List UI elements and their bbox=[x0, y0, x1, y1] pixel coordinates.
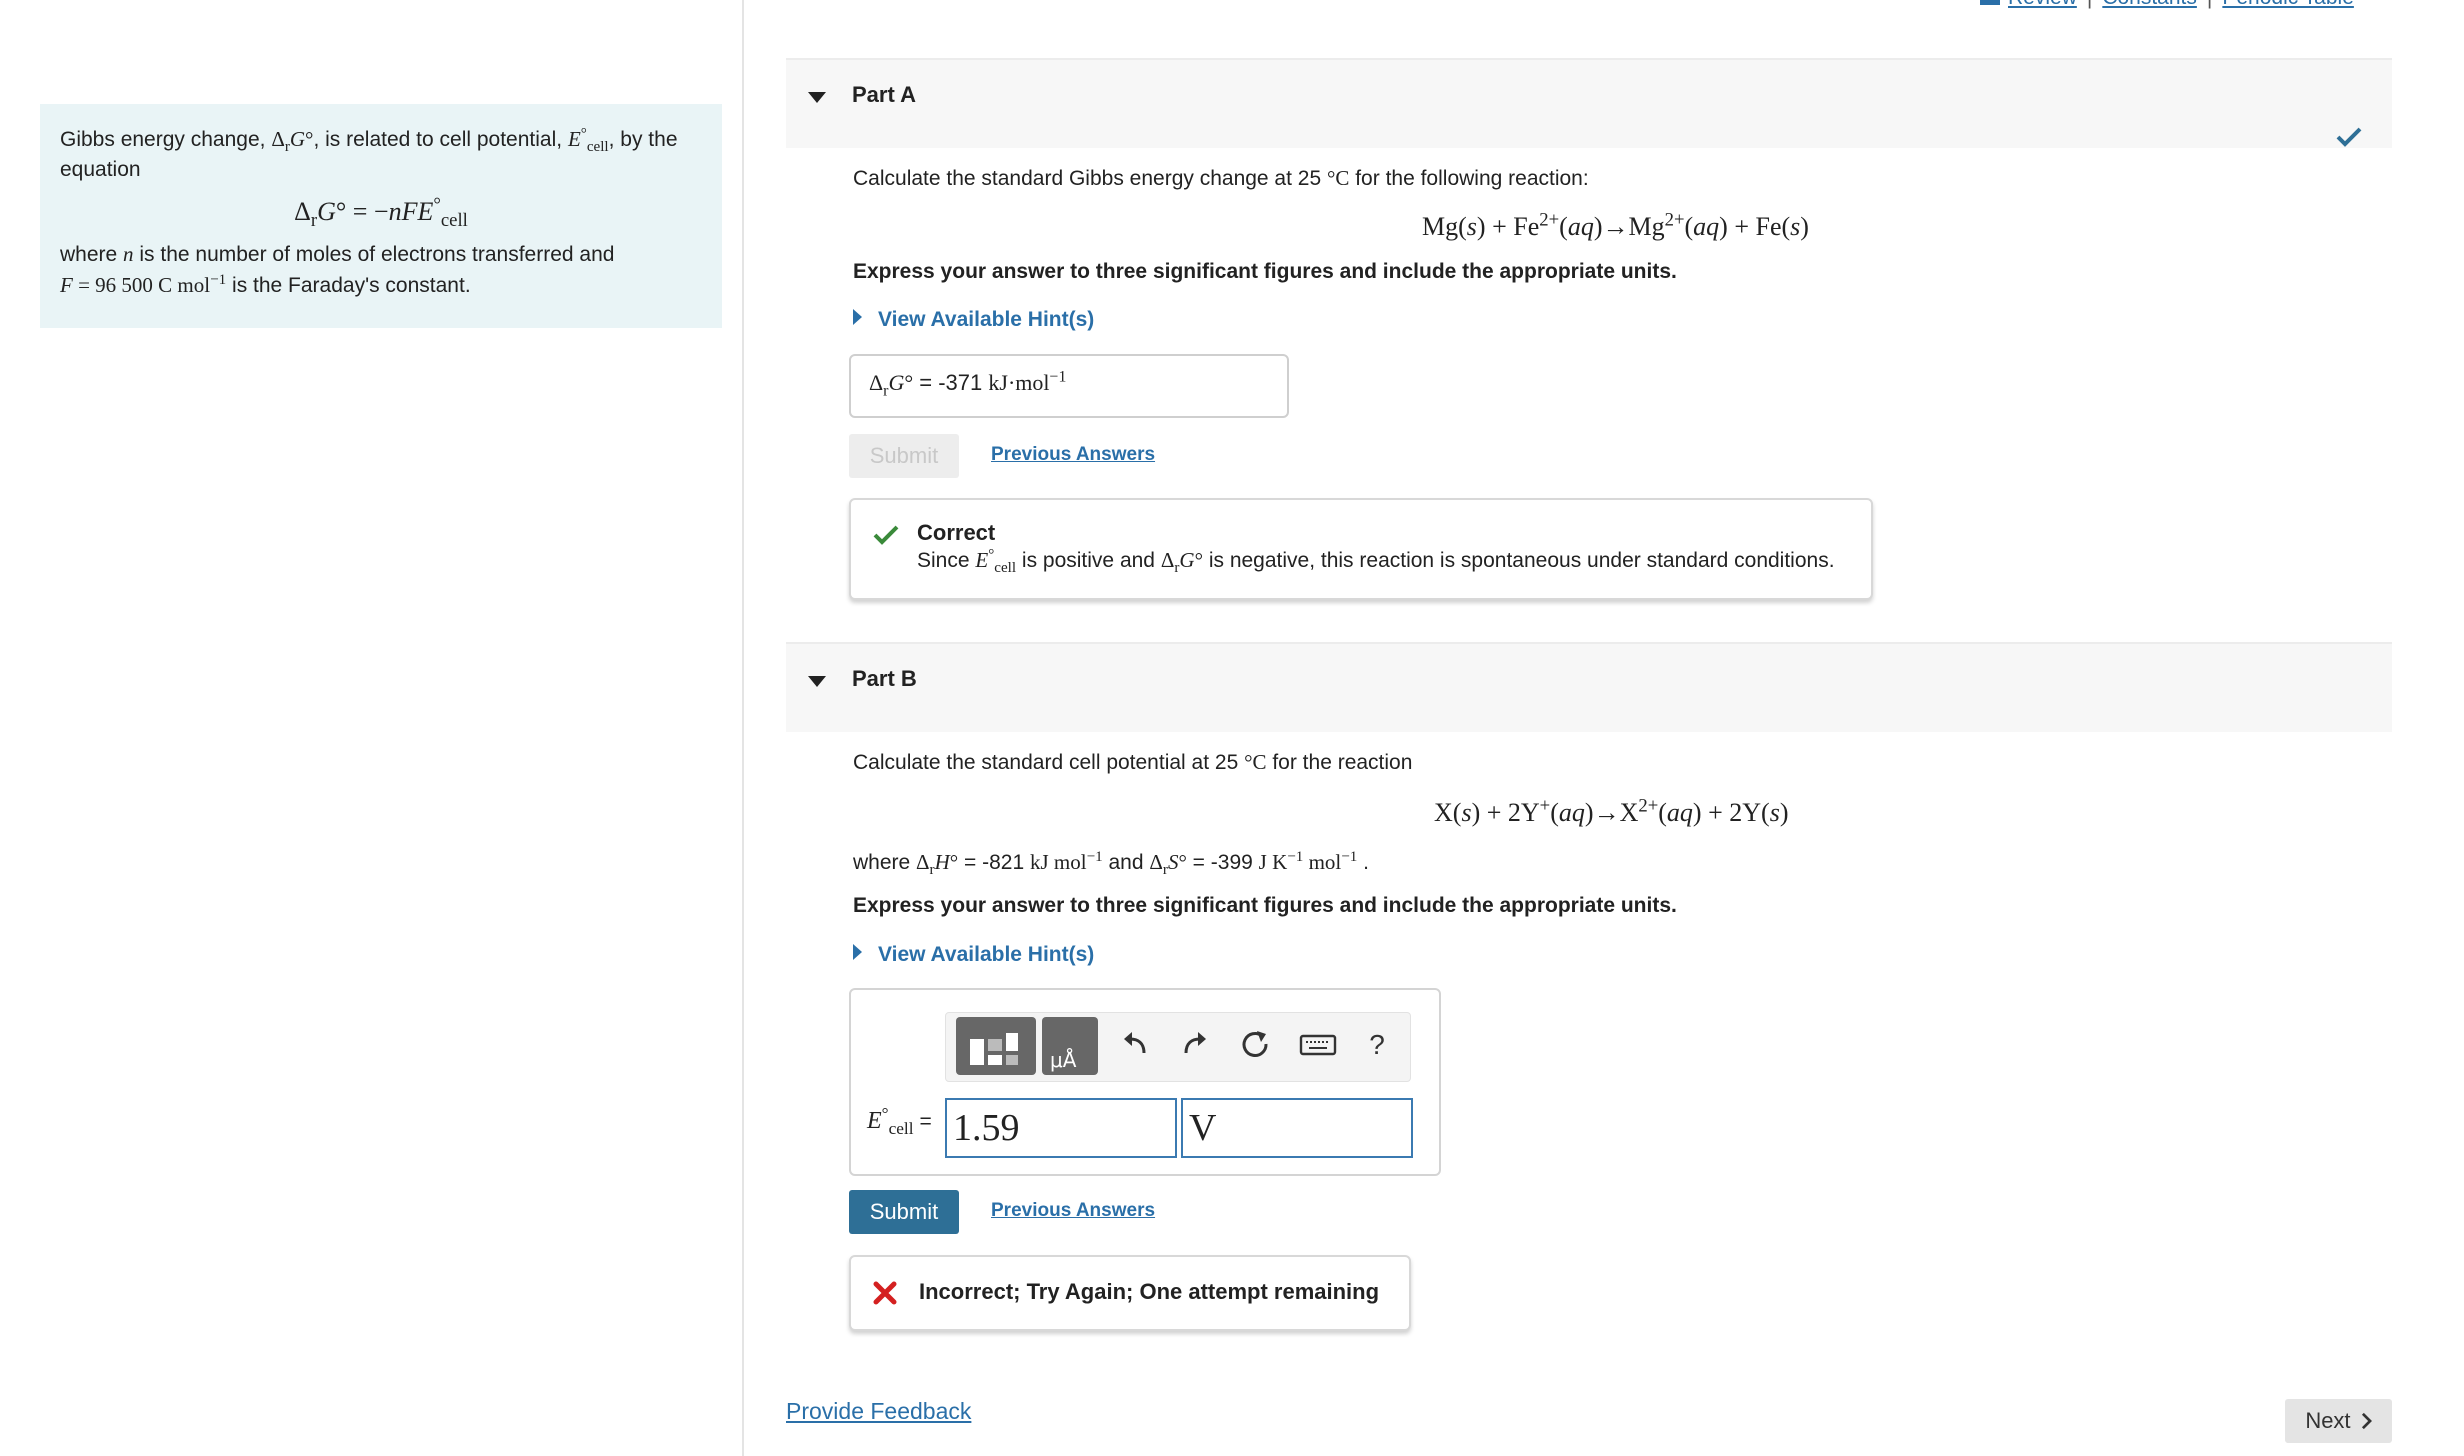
reset-button[interactable] bbox=[1232, 1017, 1278, 1073]
part-a-title: Part A bbox=[852, 82, 916, 107]
feedback-title: Correct bbox=[917, 520, 996, 545]
incorrect-x-icon bbox=[873, 1281, 897, 1305]
info-panel: Gibbs energy change, ΔrG°, is related to… bbox=[40, 104, 722, 328]
undo-button[interactable] bbox=[1112, 1017, 1158, 1073]
keyboard-button[interactable] bbox=[1292, 1017, 1344, 1073]
info-where: where n is the number of moles of electr… bbox=[60, 242, 615, 297]
gibbs-equation: ΔrG° = −nFE°cell bbox=[294, 194, 468, 232]
expand-caret-icon bbox=[853, 944, 862, 960]
periodic-table-link[interactable]: Periodic Table bbox=[2222, 0, 2354, 9]
redo-icon bbox=[1184, 1031, 1206, 1053]
part-a-submit-button[interactable]: Submit bbox=[849, 434, 959, 478]
unit-input[interactable] bbox=[1181, 1098, 1413, 1158]
collapse-caret-icon[interactable] bbox=[808, 676, 826, 687]
templates-button[interactable] bbox=[956, 1017, 1036, 1075]
undo-icon bbox=[1124, 1031, 1146, 1053]
answer-value: -371 bbox=[938, 370, 983, 395]
feedback-text: Since E°cell is positive and ΔrG° is neg… bbox=[917, 547, 1835, 577]
part-a-previous-answers-link[interactable]: Previous Answers bbox=[991, 444, 1155, 466]
part-a-reaction: Mg(s) + Fe2+(aq)→Mg2+(aq) + Fe(s) bbox=[1422, 209, 1809, 241]
part-b-previous-answers-link[interactable]: Previous Answers bbox=[991, 1200, 1155, 1222]
part-a-instruction: Express your answer to three significant… bbox=[853, 260, 1677, 283]
math-toolbar: μÅ ? bbox=[945, 1012, 1411, 1082]
constants-link[interactable]: Constants bbox=[2102, 0, 2197, 9]
chevron-right-icon bbox=[2361, 1412, 2372, 1430]
part-b-submit-button[interactable]: Submit bbox=[849, 1190, 959, 1234]
templates-icon bbox=[970, 1033, 1018, 1065]
part-b-math-widget: μÅ ? E°cell = 1.59 V bbox=[849, 988, 1441, 1176]
reset-icon bbox=[1242, 1030, 1268, 1057]
part-a-header[interactable]: Part A bbox=[786, 58, 2392, 148]
next-button[interactable]: Next bbox=[2285, 1399, 2392, 1443]
provide-feedback-link[interactable]: Provide Feedback bbox=[786, 1398, 971, 1425]
book-icon bbox=[1980, 0, 2000, 6]
review-link[interactable]: Review bbox=[2008, 0, 2077, 9]
ecell-label: E°cell = bbox=[867, 1104, 932, 1138]
part-b-hint-link[interactable]: View Available Hint(s) bbox=[853, 943, 1094, 967]
correct-check-icon bbox=[873, 525, 899, 545]
part-a-answer-box: ΔrG° = -371 kJ·mol−1 bbox=[849, 354, 1289, 418]
part-b-header[interactable]: Part B bbox=[786, 642, 2392, 732]
panel-divider bbox=[742, 0, 744, 1456]
value-input[interactable] bbox=[945, 1098, 1177, 1158]
part-b-feedback: Incorrect; Try Again; One attempt remain… bbox=[849, 1255, 1411, 1331]
help-button[interactable]: ? bbox=[1354, 1017, 1400, 1073]
part-b-reaction: X(s) + 2Y+(aq)→X2+(aq) + 2Y(s) bbox=[1434, 795, 1789, 827]
feedback-title: Incorrect; Try Again; One attempt remain… bbox=[919, 1279, 1380, 1304]
redo-button[interactable] bbox=[1172, 1017, 1218, 1073]
part-b-where: where ΔrH° = -821 kJ mol−1 and ΔrS° = -3… bbox=[853, 849, 1369, 879]
top-links: Review|Constants|Periodic Table bbox=[1980, 0, 2354, 10]
checkmark-icon bbox=[2336, 127, 2362, 147]
part-a-hint-link[interactable]: View Available Hint(s) bbox=[853, 308, 1094, 332]
units-mu-angstrom-icon: μÅ bbox=[1050, 1048, 1077, 1072]
part-b-title: Part B bbox=[852, 666, 917, 691]
part-b-question: Calculate the standard cell potential at… bbox=[853, 750, 1413, 774]
collapse-caret-icon[interactable] bbox=[808, 92, 826, 103]
svg-text:μÅ: μÅ bbox=[1050, 1048, 1077, 1072]
expand-caret-icon bbox=[853, 309, 862, 325]
info-intro: Gibbs energy change, ΔrG°, is related to… bbox=[60, 126, 678, 181]
part-b-instruction: Express your answer to three significant… bbox=[853, 894, 1677, 917]
units-button[interactable]: μÅ bbox=[1042, 1017, 1098, 1075]
part-a-feedback: Correct Since E°cell is positive and ΔrG… bbox=[849, 498, 1873, 600]
keyboard-icon bbox=[1299, 1034, 1337, 1055]
part-a-question: Calculate the standard Gibbs energy chan… bbox=[853, 166, 1589, 190]
